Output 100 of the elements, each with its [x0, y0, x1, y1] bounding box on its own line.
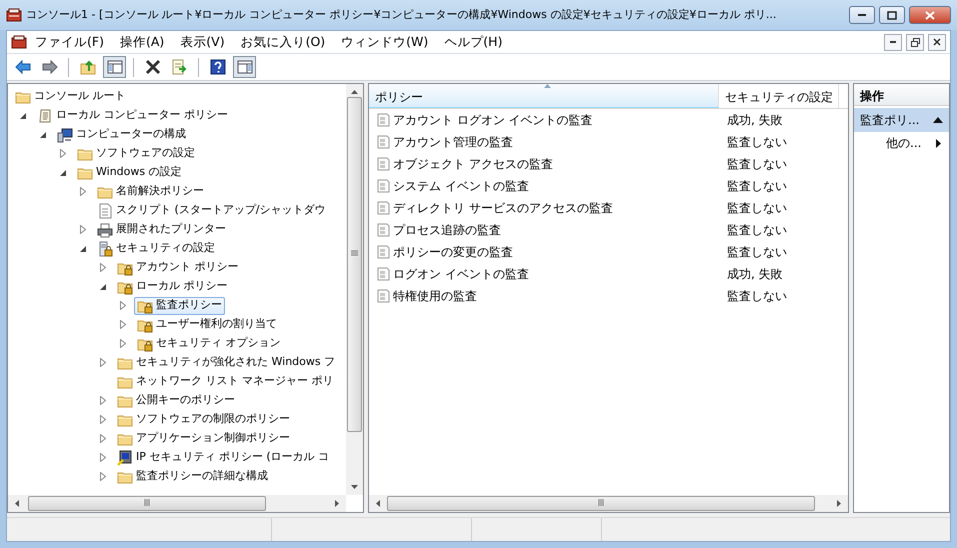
- minimize-button[interactable]: [884, 34, 902, 50]
- tree-item[interactable]: 監査ポリシー: [134, 296, 225, 314]
- menu-item[interactable]: お気に入り(O): [232, 30, 334, 54]
- tree-item[interactable]: ローカル ポリシー: [114, 278, 230, 296]
- section-title: 監査ポリ...: [860, 112, 920, 129]
- tree-item[interactable]: ネットワーク リスト マネージャー ポリ: [114, 372, 336, 390]
- scroll-up-icon: [351, 90, 358, 94]
- close-button[interactable]: [928, 34, 946, 50]
- collapsed-arrow-icon[interactable]: [120, 320, 126, 329]
- tree-item[interactable]: ローカル コンピューター ポリシー: [34, 106, 231, 124]
- menu-item[interactable]: 操作(A): [112, 30, 172, 54]
- horizontal-scrollbar[interactable]: [369, 495, 848, 512]
- tree-item[interactable]: 名前解決ポリシー: [94, 182, 207, 200]
- tree-item[interactable]: セキュリティの設定: [94, 240, 218, 258]
- minimize-icon: [890, 41, 896, 43]
- maximize-icon: [887, 10, 897, 20]
- collapsed-arrow-icon[interactable]: [120, 301, 126, 310]
- tree-item[interactable]: ソフトウェアの制限のポリシー: [114, 410, 293, 428]
- tree-item-label: コンソール ルート: [34, 88, 126, 104]
- document-icon: [37, 108, 53, 124]
- printer-icon: [97, 222, 113, 238]
- computer-icon: [57, 126, 73, 142]
- minimize-icon: [858, 14, 866, 16]
- setting-value: 監査しない: [727, 223, 787, 237]
- tree-item[interactable]: セキュリティが強化された Windows フ: [114, 354, 338, 372]
- expanded-arrow-icon[interactable]: [40, 131, 47, 138]
- policy-name[interactable]: ポリシーの変更の監査: [393, 243, 513, 261]
- tree-item[interactable]: アカウント ポリシー: [114, 258, 242, 276]
- tree-item-label: ソフトウェアの設定: [96, 145, 195, 162]
- policy-icon: [375, 178, 391, 194]
- scrollbar-thumb[interactable]: [347, 97, 362, 432]
- policy-name[interactable]: オブジェクト アクセスの監査: [393, 155, 553, 173]
- restore-icon: [910, 38, 920, 46]
- collapsed-arrow-icon[interactable]: [80, 187, 86, 196]
- expanded-arrow-icon[interactable]: [20, 112, 27, 119]
- tree-item-label: 監査ポリシー: [156, 297, 222, 314]
- tree-item[interactable]: IP セキュリティ ポリシー (ローカル コ: [114, 448, 332, 466]
- tree-item-label: スクリプト (スタートアップ/シャットダウ: [116, 202, 326, 218]
- policy-icon: [375, 288, 391, 304]
- tree-item-label: 公開キーのポリシー: [136, 392, 235, 408]
- tree-item[interactable]: ユーザー権利の割り当て: [134, 316, 280, 334]
- policy-name[interactable]: プロセス追跡の監査: [393, 221, 501, 239]
- expanded-arrow-icon[interactable]: [100, 283, 107, 290]
- expanded-arrow-icon[interactable]: [80, 245, 87, 252]
- policy-name[interactable]: システム イベントの監査: [393, 177, 529, 195]
- horizontal-scrollbar[interactable]: [8, 495, 346, 512]
- collapsed-arrow-icon[interactable]: [100, 415, 106, 424]
- restore-button[interactable]: [906, 34, 924, 50]
- policy-name[interactable]: アカウント管理の監査: [393, 133, 513, 151]
- column-header[interactable]: ポリシー: [369, 84, 719, 108]
- collapsed-arrow-icon[interactable]: [120, 339, 126, 348]
- policy-name[interactable]: ディレクトリ サービスのアクセスの監査: [393, 199, 613, 217]
- tree-item[interactable]: セキュリティ オプション: [134, 334, 284, 352]
- menu-item[interactable]: ヘルプ(H): [436, 30, 510, 54]
- tree-item[interactable]: アプリケーション制御ポリシー: [114, 430, 293, 448]
- tree-item[interactable]: コンピューターの構成: [54, 126, 189, 144]
- tree-item-label: IP セキュリティ ポリシー (ローカル コ: [136, 449, 330, 466]
- column-header[interactable]: セキュリティの設定: [719, 84, 839, 108]
- tree-item[interactable]: コンソール ルート: [12, 88, 128, 106]
- scrollbar-thumb[interactable]: [28, 496, 266, 511]
- collapsed-arrow-icon[interactable]: [100, 396, 106, 405]
- vertical-scrollbar[interactable]: [346, 84, 363, 495]
- menu-item[interactable]: ウィンドウ(W): [333, 30, 436, 54]
- tree-item[interactable]: 公開キーのポリシー: [114, 392, 238, 410]
- scrollbar-thumb[interactable]: [387, 496, 815, 511]
- sort-arrow-icon: [544, 84, 550, 88]
- actions-section-header[interactable]: 監査ポリ...: [854, 108, 949, 132]
- collapsed-arrow-icon[interactable]: [100, 263, 106, 272]
- scroll-right-icon: [335, 500, 339, 507]
- expanded-arrow-icon[interactable]: [60, 169, 67, 176]
- collapsed-arrow-icon[interactable]: [100, 358, 106, 367]
- toolbar-button[interactable]: [233, 56, 256, 78]
- tree-item[interactable]: Windows の設定: [74, 164, 185, 182]
- collapsed-arrow-icon[interactable]: [100, 453, 106, 462]
- maximize-button[interactable]: [879, 6, 905, 24]
- window-title: コンソール1 - [コンソール ルート¥ローカル コンピューター ポリシー¥コンピューターの構成¥Windows の設定¥セキュリティの設定¥ローカル ポリ...: [26, 6, 778, 23]
- tree-item-label: ソフトウェアの制限のポリシー: [136, 411, 290, 428]
- policy-name[interactable]: アカウント ログオン イベントの監査: [393, 111, 593, 129]
- collapsed-arrow-icon[interactable]: [100, 434, 106, 443]
- setting-value: 監査しない: [727, 157, 787, 171]
- toolbar-button[interactable]: [103, 56, 126, 78]
- menu-item[interactable]: 表示(V): [172, 30, 233, 54]
- minimize-button[interactable]: [849, 6, 875, 24]
- collapsed-arrow-icon[interactable]: [80, 225, 86, 234]
- action-item[interactable]: 他の...: [854, 132, 949, 154]
- collapsed-arrow-icon[interactable]: [60, 149, 66, 158]
- policy-name[interactable]: ログオン イベントの監査: [393, 265, 529, 283]
- tree-item[interactable]: スクリプト (スタートアップ/シャットダウ: [94, 202, 328, 220]
- tree-item-label: コンピューターの構成: [76, 126, 186, 142]
- tree-item[interactable]: ソフトウェアの設定: [74, 144, 198, 162]
- collapsed-arrow-icon[interactable]: [100, 472, 106, 481]
- menu-item[interactable]: ファイル(F): [27, 30, 112, 54]
- scroll-right-icon: [837, 500, 841, 507]
- tree-item-label: ユーザー権利の割り当て: [156, 316, 277, 332]
- tree-item-label: ネットワーク リスト マネージャー ポリ: [136, 373, 334, 390]
- submenu-arrow-icon: [936, 138, 941, 148]
- tree-item[interactable]: 展開されたプリンター: [94, 220, 229, 238]
- policy-name[interactable]: 特権使用の監査: [393, 287, 477, 305]
- grip-icon: [598, 499, 604, 506]
- tree-item[interactable]: 監査ポリシーの詳細な構成: [114, 468, 271, 486]
